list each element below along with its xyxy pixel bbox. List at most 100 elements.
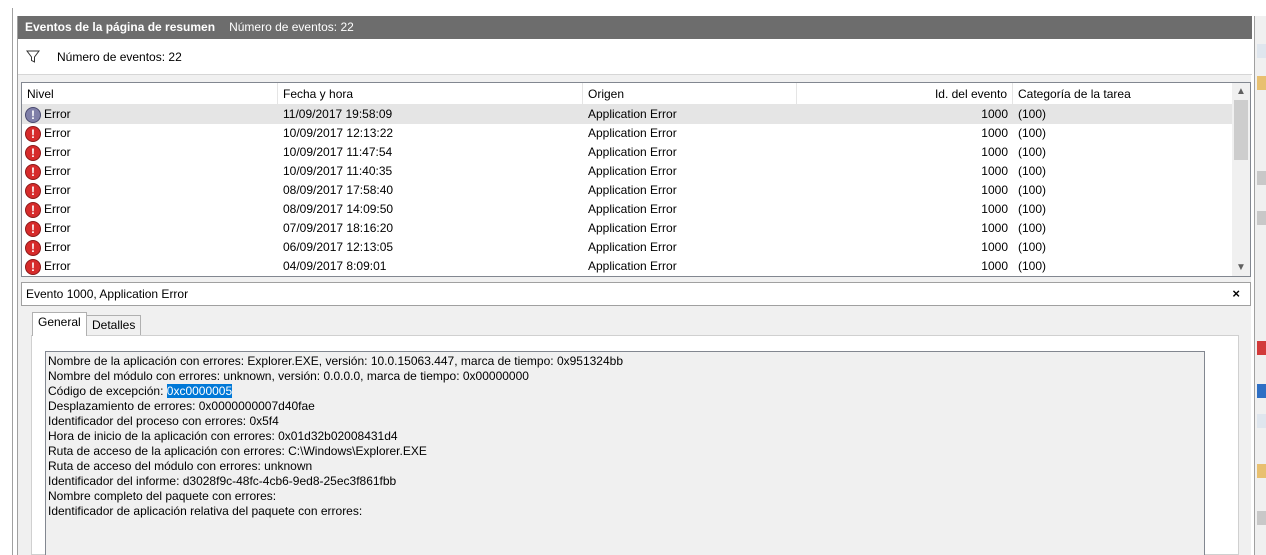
cell-source: Application Error: [588, 164, 677, 178]
cell-event-id: 1000: [981, 126, 1008, 140]
cell-event-id: 1000: [981, 164, 1008, 178]
scrollbar-thumb[interactable]: [1234, 100, 1248, 160]
cell-event-id: 1000: [981, 202, 1008, 216]
description-line: Ruta de acceso de la aplicación con erro…: [48, 444, 427, 458]
action-item-icon[interactable]: [1257, 464, 1266, 478]
cell-task-category: (100): [1018, 259, 1047, 273]
action-item-icon[interactable]: [1257, 341, 1266, 355]
cell-event-id: 1000: [981, 259, 1008, 273]
error-icon: !: [25, 126, 41, 142]
error-icon: !: [25, 240, 41, 256]
exception-code-line: Código de excepción: 0xc0000005: [48, 384, 1204, 399]
description-line: Hora de inicio de la aplicación con erro…: [48, 429, 398, 443]
cell-datetime: 11/09/2017 19:58:09: [283, 107, 393, 121]
scroll-up-arrow-icon[interactable]: ▲: [1232, 83, 1250, 100]
summary-events-panel: Eventos de la página de resumen Número de…: [17, 16, 1252, 555]
description-line: Nombre completo del paquete con errores:: [48, 489, 277, 503]
cell-event-id: 1000: [981, 145, 1008, 159]
cell-event-id: 1000: [981, 221, 1008, 235]
column-header-event-id[interactable]: Id. del evento: [797, 83, 1013, 105]
close-icon[interactable]: ×: [1232, 283, 1240, 305]
action-item-icon[interactable]: [1257, 511, 1266, 525]
description-line: Ruta de acceso del módulo con errores: u…: [48, 459, 313, 473]
error-icon: !: [25, 259, 41, 275]
cell-source: Application Error: [588, 183, 677, 197]
cell-datetime: 06/09/2017 12:13:05: [283, 240, 394, 254]
cell-source: Application Error: [588, 145, 677, 159]
error-icon: !: [25, 183, 41, 199]
panel-title: Eventos de la página de resumen: [25, 20, 216, 34]
left-pane-edge: [0, 8, 13, 555]
cell-datetime: 10/09/2017 11:47:54: [283, 145, 393, 159]
table-row[interactable]: ! Error 10/09/2017 11:40:35 Application Err…: [22, 162, 1232, 181]
error-icon: !: [25, 145, 41, 161]
actions-header-icon: [1257, 414, 1266, 428]
cell-datetime: 04/09/2017 8:09:01: [283, 259, 387, 273]
column-header-datetime[interactable]: Fecha y hora: [278, 83, 583, 105]
cell-datetime: 08/09/2017 14:09:50: [283, 202, 394, 216]
description-line: Desplazamiento de errores: 0x0000000007d…: [48, 399, 315, 413]
panel-title-bar: Eventos de la página de resumen Número de…: [18, 16, 1252, 39]
cell-source: Application Error: [588, 221, 677, 235]
cell-source: Application Error: [588, 259, 677, 273]
cell-level: Error: [44, 164, 71, 178]
table-row[interactable]: ! Error 07/09/2017 18:16:20 Application Err…: [22, 219, 1232, 238]
table-row[interactable]: ! Error 10/09/2017 12:13:22 Application Err…: [22, 124, 1232, 143]
table-row[interactable]: ! Error 10/09/2017 11:47:54 Application Err…: [22, 143, 1232, 162]
event-detail-header: Evento 1000, Application Error ×: [21, 282, 1251, 306]
column-header-source[interactable]: Origen: [583, 83, 797, 105]
description-line: Nombre del módulo con errores: unknown, …: [48, 369, 529, 383]
filter-label: Número de eventos: 22: [57, 50, 182, 64]
cell-level: Error: [44, 202, 71, 216]
cell-task-category: (100): [1018, 164, 1047, 178]
error-icon: !: [25, 164, 41, 180]
table-header: Nivel Fecha y hora Origen Id. del evento…: [22, 83, 1232, 105]
table-row[interactable]: ! Error 04/09/2017 8:09:01 Application Erro…: [22, 257, 1232, 276]
actions-header-icon: [1257, 44, 1266, 58]
column-header-task-category[interactable]: Categoría de la tarea: [1013, 83, 1232, 105]
tab-general[interactable]: General: [32, 312, 87, 336]
cell-event-id: 1000: [981, 183, 1008, 197]
actions-pane-edge: [1254, 16, 1266, 555]
tab-details[interactable]: Detalles: [86, 315, 142, 336]
cell-level: Error: [44, 221, 71, 235]
description-line: Identificador del proceso con errores: 0…: [48, 414, 279, 428]
cell-level: Error: [44, 240, 71, 254]
action-item-icon[interactable]: [1257, 76, 1266, 90]
cell-datetime: 08/09/2017 17:58:40: [283, 183, 394, 197]
cell-task-category: (100): [1018, 145, 1047, 159]
exception-code-selection[interactable]: 0xc0000005: [166, 384, 233, 398]
cell-level: Error: [44, 107, 71, 121]
cell-level: Error: [44, 259, 71, 273]
action-item-icon[interactable]: [1257, 384, 1266, 398]
table-row[interactable]: ! Error 11/09/2017 19:58:09 Application Err…: [22, 105, 1232, 124]
panel-event-count: Número de eventos: 22: [229, 20, 354, 34]
cell-source: Application Error: [588, 240, 677, 254]
cell-task-category: (100): [1018, 107, 1047, 121]
filter-icon[interactable]: [26, 50, 40, 64]
description-line: Identificador del informe: d3028f9c-48fc…: [48, 474, 397, 488]
scroll-down-arrow-icon[interactable]: ▼: [1232, 259, 1250, 276]
error-icon: !: [25, 221, 41, 237]
table-row[interactable]: ! Error 06/09/2017 12:13:05 Application Err…: [22, 238, 1232, 257]
cell-datetime: 10/09/2017 11:40:35: [283, 164, 393, 178]
cell-source: Application Error: [588, 107, 677, 121]
action-item-icon[interactable]: [1257, 211, 1266, 225]
table-vertical-scrollbar[interactable]: ▲ ▼: [1232, 83, 1250, 276]
table-row[interactable]: ! Error 08/09/2017 17:58:40 Application Err…: [22, 181, 1232, 200]
cell-task-category: (100): [1018, 126, 1047, 140]
cell-level: Error: [44, 183, 71, 197]
error-icon: !: [25, 107, 41, 123]
cell-datetime: 10/09/2017 12:13:22: [283, 126, 394, 140]
cell-level: Error: [44, 126, 71, 140]
cell-task-category: (100): [1018, 202, 1047, 216]
column-header-level[interactable]: Nivel: [22, 83, 278, 105]
exception-code-label: Código de excepción:: [48, 384, 164, 398]
filter-bar: Número de eventos: 22: [18, 39, 1252, 75]
table-row[interactable]: ! Error 08/09/2017 14:09:50 Application Err…: [22, 200, 1232, 219]
cell-source: Application Error: [588, 202, 677, 216]
cell-event-id: 1000: [981, 240, 1008, 254]
events-table[interactable]: Nivel Fecha y hora Origen Id. del evento…: [21, 82, 1251, 277]
action-item-icon[interactable]: [1257, 171, 1266, 185]
event-description-text[interactable]: Nombre de la aplicación con errores: Exp…: [45, 351, 1205, 555]
